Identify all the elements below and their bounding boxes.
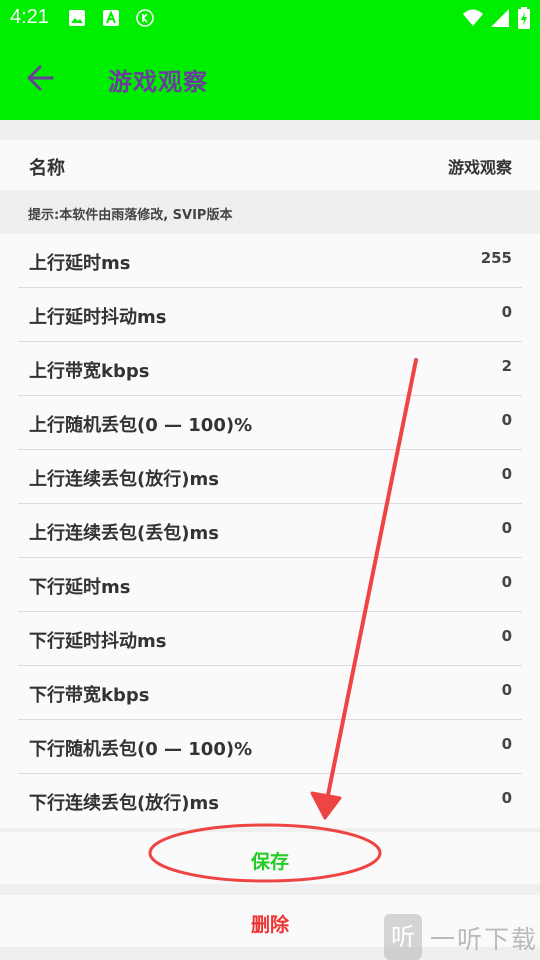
setting-label: 下行延时抖动ms	[29, 631, 167, 652]
watermark-logo: 听	[384, 914, 422, 960]
app-bar: 游戏观察	[0, 36, 540, 120]
setting-value[interactable]: 0	[502, 465, 512, 483]
setting-row[interactable]: 下行带宽kbps 0	[0, 666, 540, 720]
setting-row[interactable]: 下行连续丢包(放行)ms 0	[0, 774, 540, 828]
status-time: 4:21	[10, 6, 49, 28]
setting-label: 上行随机丢包(0 — 100)%	[29, 415, 253, 436]
setting-value[interactable]: 2	[502, 357, 512, 375]
page-title: 游戏观察	[108, 68, 208, 96]
setting-label: 上行延时ms	[29, 253, 131, 274]
setting-value[interactable]: 0	[502, 789, 512, 807]
setting-label: 下行延时ms	[29, 577, 131, 598]
setting-label: 下行随机丢包(0 — 100)%	[29, 739, 253, 760]
setting-row[interactable]: 下行延时抖动ms 0	[0, 612, 540, 666]
name-row[interactable]: 名称 游戏观察	[0, 140, 540, 190]
setting-row[interactable]: 上行延时抖动ms 0	[0, 288, 540, 342]
arrow-left-icon	[27, 65, 54, 91]
setting-value[interactable]: 0	[502, 627, 512, 645]
setting-row[interactable]: 上行连续丢包(丢包)ms 0	[0, 504, 540, 558]
status-bar: 4:21	[0, 0, 540, 36]
setting-value[interactable]: 255	[481, 249, 512, 267]
hint-text: 提示:本软件由雨落修改, SVIP版本	[28, 208, 233, 223]
setting-value[interactable]: 0	[502, 573, 512, 591]
back-button[interactable]	[22, 58, 62, 98]
setting-row[interactable]: 上行延时ms 255	[0, 234, 540, 288]
setting-label: 上行连续丢包(丢包)ms	[29, 523, 219, 544]
setting-row[interactable]: 上行随机丢包(0 — 100)% 0	[0, 396, 540, 450]
setting-label: 上行延时抖动ms	[29, 307, 167, 328]
save-button[interactable]: 保存	[0, 832, 540, 884]
setting-label: 上行带宽kbps	[29, 361, 150, 382]
signal-icon	[491, 9, 509, 27]
setting-value[interactable]: 0	[502, 519, 512, 537]
k-notification-icon	[136, 9, 154, 27]
setting-row[interactable]: 下行延时ms 0	[0, 558, 540, 612]
setting-value[interactable]: 0	[502, 303, 512, 321]
watermark-text: 一听下载	[430, 925, 539, 954]
setting-value[interactable]: 0	[502, 735, 512, 753]
image-notification-icon	[69, 10, 85, 26]
setting-value[interactable]: 0	[502, 411, 512, 429]
setting-row[interactable]: 上行带宽kbps 2	[0, 342, 540, 396]
battery-icon	[518, 7, 530, 29]
setting-label: 上行连续丢包(放行)ms	[29, 469, 219, 490]
setting-row[interactable]: 下行随机丢包(0 — 100)% 0	[0, 720, 540, 774]
app-notification-icon	[103, 10, 119, 26]
name-label: 名称	[29, 158, 65, 179]
save-label: 保存	[250, 851, 289, 873]
watermark: 听 一听下载	[380, 912, 540, 960]
setting-label: 下行带宽kbps	[29, 685, 150, 706]
setting-row[interactable]: 上行连续丢包(放行)ms 0	[0, 450, 540, 504]
setting-label: 下行连续丢包(放行)ms	[29, 793, 219, 814]
setting-value[interactable]: 0	[502, 681, 512, 699]
wifi-icon	[463, 9, 483, 26]
name-value: 游戏观察	[447, 158, 512, 177]
delete-label: 删除	[250, 914, 289, 936]
hint-banner: 提示:本软件由雨落修改, SVIP版本	[0, 190, 540, 234]
